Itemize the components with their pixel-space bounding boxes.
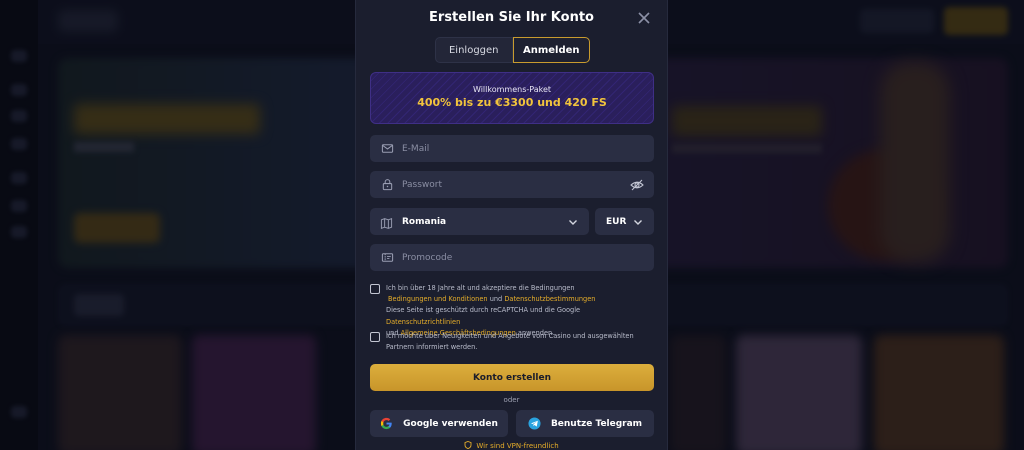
shield-icon [464, 441, 472, 450]
newsletter-checkbox[interactable] [370, 332, 380, 342]
recaptcha-text: Diese Seite ist geschützt durch reCAPTCH… [386, 306, 581, 315]
mail-icon [380, 142, 394, 156]
country-select[interactable]: Romania [370, 208, 589, 235]
email-input[interactable] [402, 143, 654, 154]
country-value: Romania [402, 216, 447, 227]
google-signin-button[interactable]: Google verwenden [370, 410, 508, 437]
divider-label: oder [503, 396, 520, 404]
newsletter-row: Ich möchte über Neuigkeiten und Angebote… [370, 331, 656, 353]
privacy-link[interactable]: Datenschutzbestimmungen [504, 295, 595, 303]
vpn-friendly-note: Wir sind VPN-freundlich [356, 441, 667, 450]
terms-link[interactable]: Bedingungen und Konditionen [388, 295, 488, 303]
map-icon [380, 215, 394, 229]
auth-tabs: Einloggen Anmelden [435, 37, 590, 63]
lock-icon [380, 178, 394, 192]
vpn-label: Wir sind VPN-freundlich [476, 442, 559, 450]
password-input[interactable] [402, 179, 630, 190]
chevron-down-icon [634, 219, 642, 225]
terms-text-1: Ich bin über 18 Jahre alt und akzeptiere… [386, 284, 575, 292]
tab-login[interactable]: Einloggen [435, 37, 513, 63]
telegram-signin-button[interactable]: Benutze Telegram [516, 410, 654, 437]
password-field[interactable] [370, 171, 654, 198]
modal-title: Erstellen Sie Ihr Konto [429, 10, 594, 25]
currency-select[interactable]: EUR [595, 208, 654, 235]
terms-checkbox[interactable] [370, 284, 380, 294]
google-privacy-link[interactable]: Datenschutzrichtlinien [386, 318, 460, 326]
newsletter-text: Ich möchte über Neuigkeiten und Angebote… [386, 332, 634, 352]
close-icon [638, 12, 650, 24]
welcome-package-banner: Willkommens-Paket 400% bis zu €3300 und … [370, 72, 654, 124]
terms-and: und [489, 295, 503, 304]
promocode-icon [380, 251, 394, 265]
google-label: Google verwenden [403, 418, 498, 429]
telegram-icon [528, 417, 541, 430]
eye-off-icon[interactable] [630, 178, 644, 192]
tab-register[interactable]: Anmelden [512, 37, 590, 63]
signup-modal: Erstellen Sie Ihr Konto Einloggen Anmeld… [355, 0, 668, 450]
telegram-label: Benutze Telegram [550, 418, 643, 429]
promo-title: Willkommens-Paket [472, 85, 552, 94]
create-account-button[interactable]: Konto erstellen [370, 364, 654, 391]
currency-value: EUR [606, 216, 627, 227]
promocode-field[interactable] [370, 244, 654, 271]
close-button[interactable] [635, 9, 653, 27]
promo-offer: 400% bis zu €3300 und 420 FS [417, 96, 607, 109]
email-field[interactable] [370, 135, 654, 162]
promocode-input[interactable] [402, 252, 654, 263]
chevron-down-icon [569, 219, 577, 225]
google-icon [381, 417, 392, 430]
